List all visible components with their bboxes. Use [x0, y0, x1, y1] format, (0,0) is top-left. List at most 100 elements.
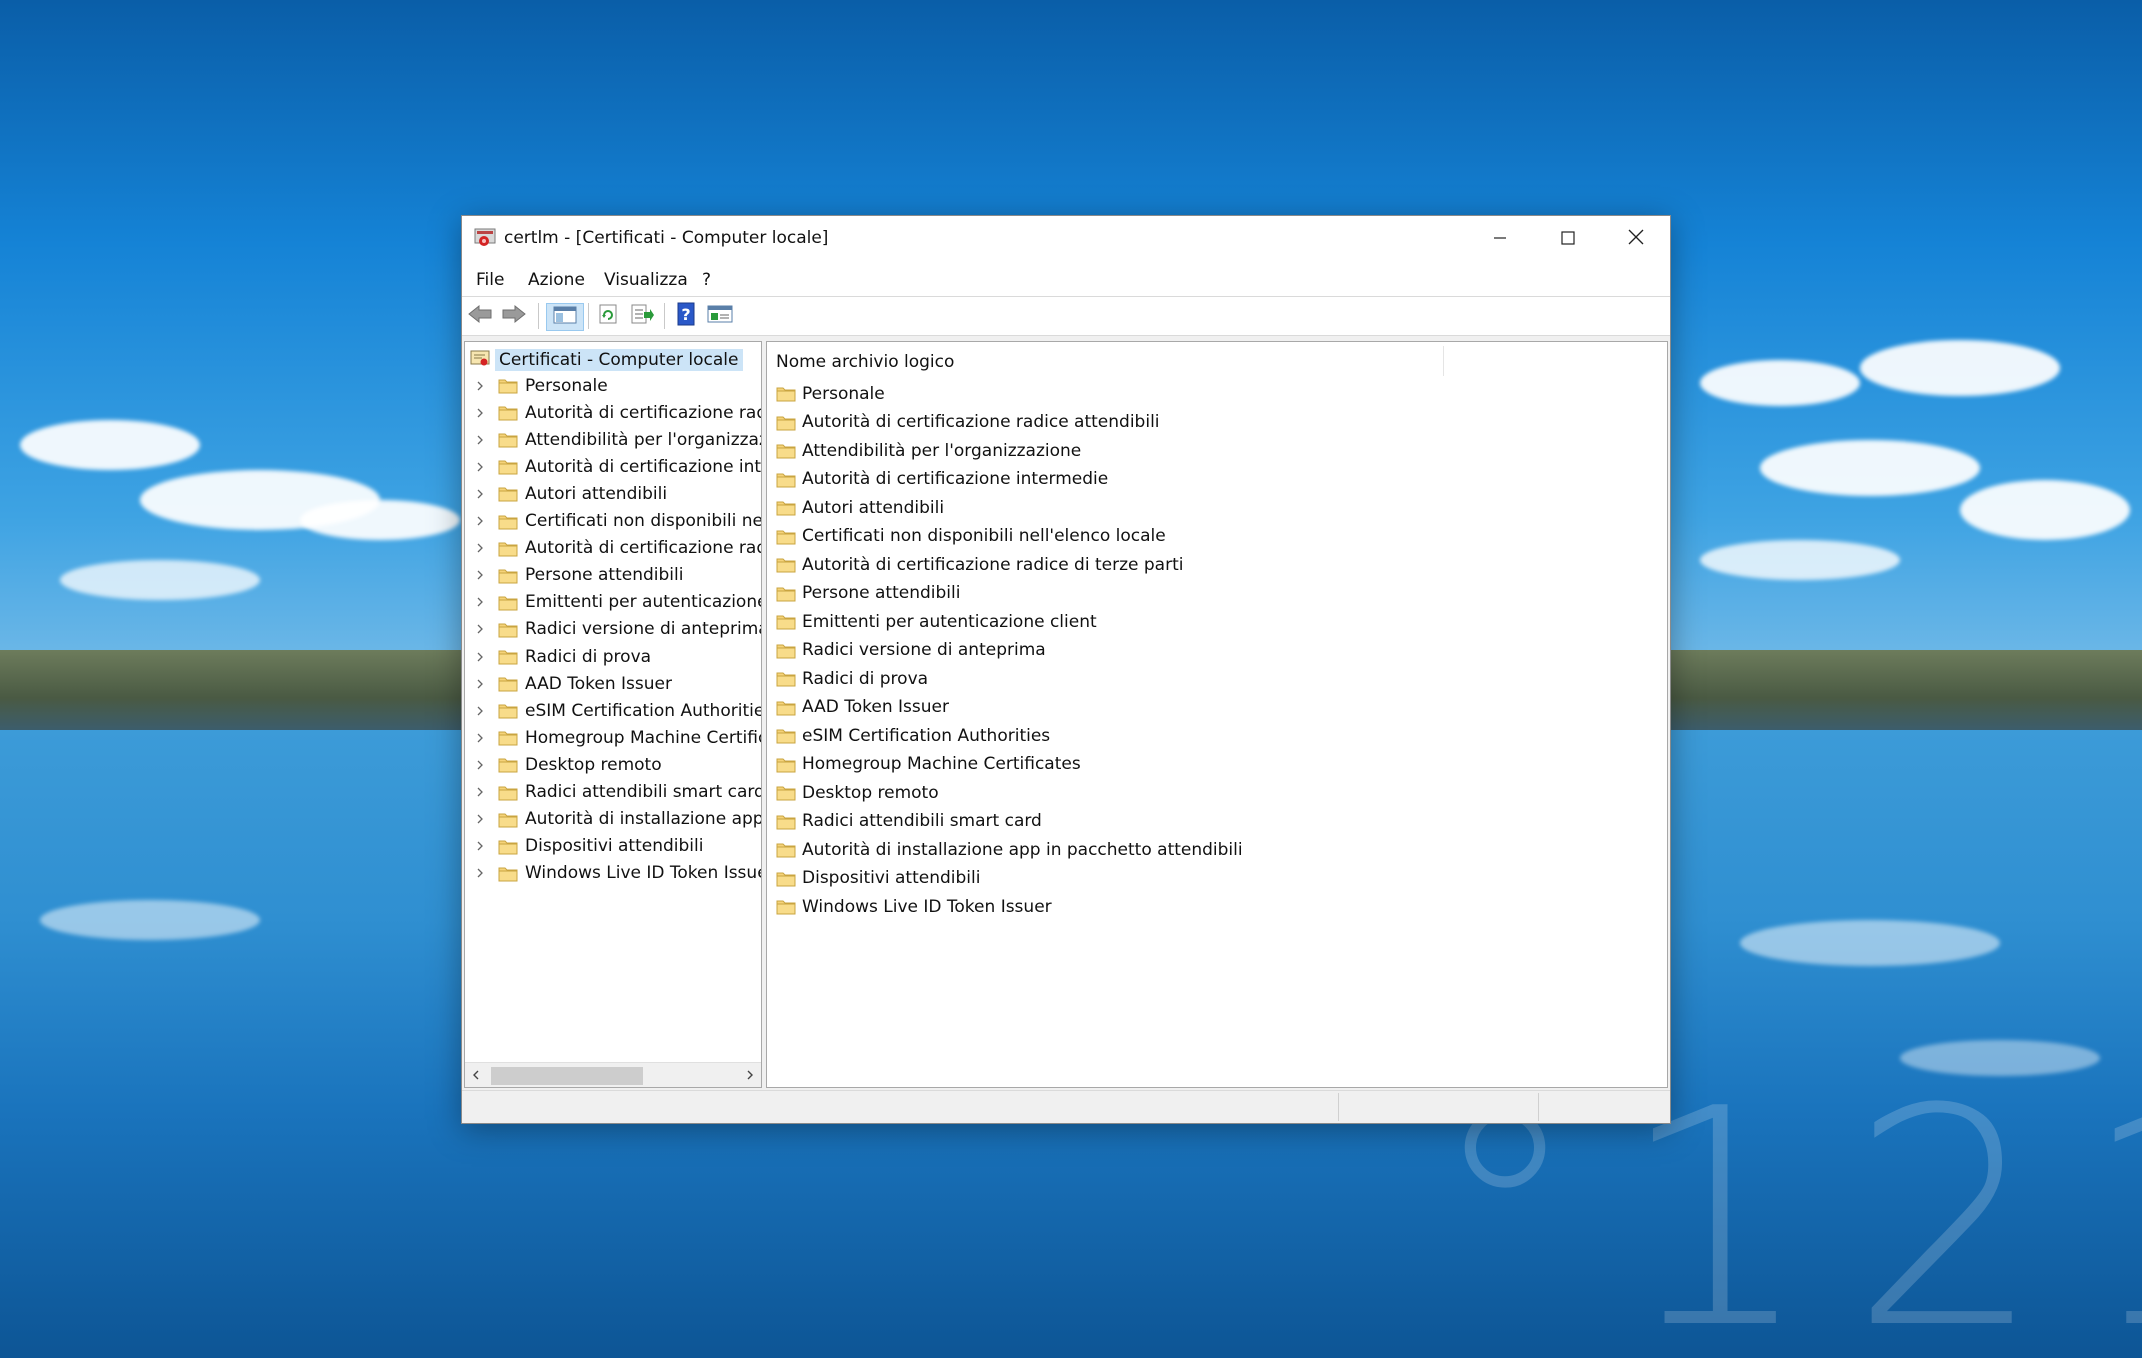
- back-button[interactable]: [466, 303, 494, 329]
- menu-visualizza[interactable]: Visualizza: [604, 270, 688, 290]
- tree-horizontal-scrollbar[interactable]: [465, 1062, 761, 1087]
- results-list[interactable]: Nome archivio logico Personale Autorità d…: [766, 341, 1668, 1088]
- folder-icon: [498, 865, 518, 882]
- tree-item[interactable]: Desktop remoto: [465, 751, 662, 778]
- console-tree[interactable]: Certificati - Computer locale Personale A…: [464, 341, 762, 1088]
- menu-azione[interactable]: Azione: [528, 270, 585, 290]
- tree-item[interactable]: Autori attendibili: [465, 480, 667, 507]
- menu-help[interactable]: ?: [702, 270, 711, 290]
- tree-item[interactable]: Windows Live ID Token Issuer: [465, 860, 761, 887]
- tree-item[interactable]: Dispositivi attendibili: [465, 833, 703, 860]
- chevron-right-icon[interactable]: [476, 515, 486, 527]
- list-item[interactable]: Autorità di certificazione radice di ter…: [776, 551, 1183, 578]
- properties-button[interactable]: [706, 303, 734, 329]
- list-item-label: Dispositivi attendibili: [802, 868, 981, 888]
- chevron-right-icon[interactable]: [476, 813, 486, 825]
- folder-icon: [776, 784, 796, 801]
- tree-item-label: Autorità di installazione app i: [525, 809, 762, 830]
- chevron-right-icon[interactable]: [476, 623, 486, 635]
- minimize-button[interactable]: [1466, 216, 1534, 262]
- list-item[interactable]: AAD Token Issuer: [776, 694, 949, 721]
- column-header[interactable]: Nome archivio logico: [767, 342, 1667, 380]
- list-item[interactable]: Radici di prova: [776, 665, 928, 692]
- folder-icon: [498, 756, 518, 773]
- menu-file[interactable]: File: [476, 270, 504, 290]
- list-item[interactable]: Radici attendibili smart card: [776, 808, 1042, 835]
- minimize-icon: [1493, 230, 1507, 249]
- tree-item[interactable]: Autorità di certificazione radic: [465, 535, 761, 562]
- chevron-right-icon[interactable]: [476, 840, 486, 852]
- chevron-right-icon[interactable]: [476, 407, 486, 419]
- chevron-right-icon[interactable]: [476, 759, 486, 771]
- tree-item-label: Desktop remoto: [525, 754, 662, 775]
- show-hide-tree-icon: [553, 305, 577, 329]
- list-item[interactable]: Personale: [776, 380, 885, 407]
- list-item[interactable]: Homegroup Machine Certificates: [776, 751, 1081, 778]
- list-item-label: Attendibilità per l'organizzazione: [802, 440, 1082, 461]
- list-item[interactable]: Autorità di certificazione radice attend…: [776, 409, 1160, 436]
- list-item[interactable]: Autorità di installazione app in pacchet…: [776, 836, 1243, 863]
- list-item[interactable]: Autorità di certificazione intermedie: [776, 466, 1108, 493]
- scrollbar-thumb[interactable]: [491, 1067, 643, 1085]
- list-item[interactable]: Persone attendibili: [776, 580, 960, 607]
- chevron-right-icon[interactable]: [476, 651, 486, 663]
- column-separator[interactable]: [1443, 346, 1444, 376]
- chevron-right-icon[interactable]: [476, 786, 486, 798]
- tree-item[interactable]: Emittenti per autenticazione c: [465, 589, 761, 616]
- list-item[interactable]: Autori attendibili: [776, 494, 944, 521]
- list-item[interactable]: Emittenti per autenticazione client: [776, 608, 1097, 635]
- tree-item[interactable]: Autorità di certificazione inter: [465, 453, 761, 480]
- tree-item-label: AAD Token Issuer: [525, 673, 672, 694]
- chevron-right-icon[interactable]: [476, 488, 486, 500]
- list-item-label: AAD Token Issuer: [802, 697, 949, 717]
- column-header-name[interactable]: Nome archivio logico: [776, 352, 954, 372]
- back-arrow-icon: [467, 304, 493, 328]
- chevron-right-icon[interactable]: [476, 542, 486, 554]
- list-item[interactable]: Windows Live ID Token Issuer: [776, 893, 1052, 920]
- export-list-button[interactable]: [628, 303, 656, 329]
- chevron-right-icon[interactable]: [476, 678, 486, 690]
- list-item[interactable]: Radici versione di anteprima: [776, 637, 1046, 664]
- list-item[interactable]: eSIM Certification Authorities: [776, 722, 1050, 749]
- scroll-left-icon[interactable]: [469, 1067, 483, 1083]
- chevron-right-icon[interactable]: [476, 569, 486, 581]
- forward-button[interactable]: [500, 303, 528, 329]
- chevron-right-icon[interactable]: [476, 380, 486, 392]
- show-hide-tree-button[interactable]: [546, 303, 584, 331]
- list-item[interactable]: Attendibilità per l'organizzazione: [776, 437, 1081, 464]
- list-item-label: Autorità di certificazione radice di ter…: [802, 554, 1184, 575]
- chevron-right-icon[interactable]: [476, 867, 486, 879]
- refresh-button[interactable]: [594, 303, 622, 329]
- chevron-right-icon[interactable]: [476, 596, 486, 608]
- tree-item[interactable]: AAD Token Issuer: [465, 670, 672, 697]
- tree-item[interactable]: Personale: [465, 372, 608, 399]
- close-button[interactable]: [1602, 216, 1670, 262]
- tree-item[interactable]: Radici di prova: [465, 643, 651, 670]
- tree-item[interactable]: Radici versione di anteprima: [465, 616, 761, 643]
- maximize-button[interactable]: [1534, 216, 1602, 262]
- forward-arrow-icon: [501, 304, 527, 328]
- tree-item[interactable]: Homegroup Machine Certifica: [465, 724, 761, 751]
- list-item[interactable]: Desktop remoto: [776, 779, 939, 806]
- chevron-right-icon[interactable]: [476, 705, 486, 717]
- chevron-right-icon[interactable]: [476, 434, 486, 446]
- tree-item[interactable]: Radici attendibili smart card: [465, 779, 761, 806]
- tree-item[interactable]: Certificati non disponibili nell: [465, 508, 761, 535]
- tree-item[interactable]: Persone attendibili: [465, 562, 683, 589]
- folder-icon: [498, 567, 518, 584]
- tree-item-label: Persone attendibili: [525, 565, 684, 586]
- folder-icon: [498, 404, 518, 421]
- list-item[interactable]: Certificati non disponibili nell'elenco …: [776, 523, 1166, 550]
- tree-item[interactable]: Attendibilità per l'organizzazi: [465, 426, 761, 453]
- tree-item[interactable]: Autorità di installazione app i: [465, 806, 762, 833]
- scroll-right-icon[interactable]: [743, 1067, 757, 1083]
- chevron-right-icon[interactable]: [476, 732, 486, 744]
- tree-root-certificati[interactable]: Certificati - Computer locale: [469, 348, 743, 372]
- title-bar[interactable]: certlm - [Certificati - Computer locale]: [462, 216, 1670, 262]
- list-item[interactable]: Dispositivi attendibili: [776, 865, 980, 892]
- tree-item-label: Radici di prova: [525, 646, 652, 667]
- tree-item[interactable]: Autorità di certificazione radic: [465, 399, 761, 426]
- help-button[interactable]: ?: [672, 302, 700, 329]
- tree-item[interactable]: eSIM Certification Authorities: [465, 697, 761, 724]
- chevron-right-icon[interactable]: [476, 461, 486, 473]
